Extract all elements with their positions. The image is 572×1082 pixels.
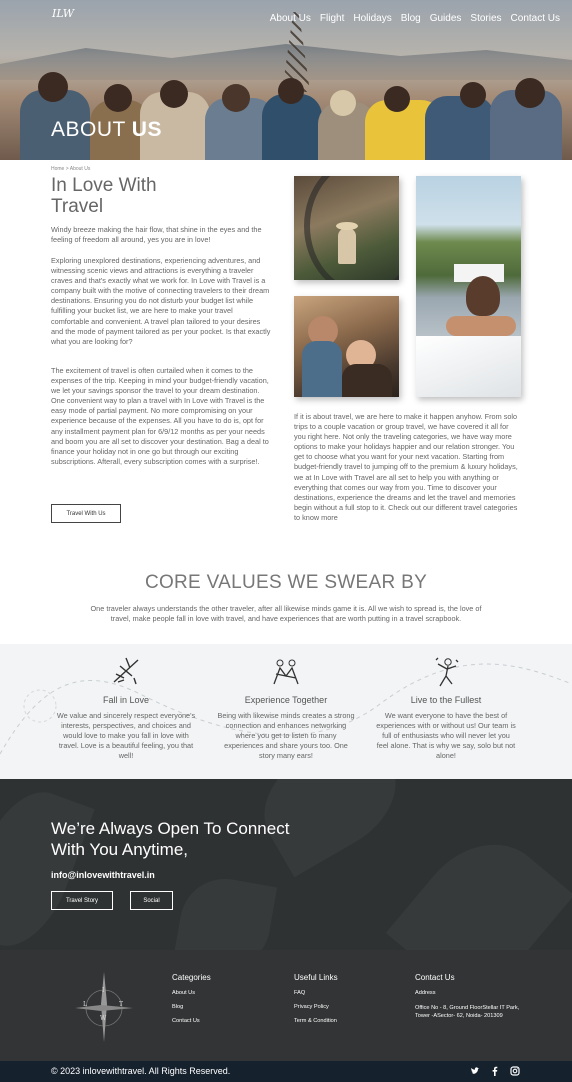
- compass-logo-icon: I L T W: [71, 968, 137, 1046]
- svg-text:L: L: [83, 1001, 87, 1008]
- value-card-fall-in-love: Fall in Love We value and sincerely resp…: [56, 654, 196, 761]
- core-values-section: Fall in Love We value and sincerely resp…: [0, 644, 572, 779]
- value-title: Experience Together: [244, 695, 328, 705]
- site-logo[interactable]: ILW: [50, 8, 76, 34]
- value-card-experience-together: Experience Together Being with likewise …: [216, 654, 356, 761]
- social-icons: [470, 1066, 520, 1079]
- footer-address: Office No - 8, Ground FloorStellar IT Pa…: [415, 1005, 520, 1019]
- footer-link-blog[interactable]: Blog: [172, 1004, 211, 1010]
- value-title: Fall in Love: [102, 695, 150, 705]
- footer-address-label: Address: [415, 990, 436, 996]
- value-text: We want everyone to have the best of exp…: [376, 711, 516, 761]
- value-card-live-to-the-fullest: Live to the Fullest We want everyone to …: [376, 654, 516, 761]
- airplane-icon: [106, 654, 146, 690]
- dancing-person-icon: [426, 654, 466, 690]
- nav-about-us[interactable]: About Us: [270, 13, 311, 24]
- breadcrumb[interactable]: Home > About Us: [51, 166, 90, 172]
- nav-holidays[interactable]: Holidays: [353, 13, 391, 24]
- footer-link-privacy-policy[interactable]: Privacy Policy: [294, 1004, 338, 1010]
- contact-band-heading: We’re Always Open To Connect With You An…: [51, 819, 290, 859]
- photo-couple: [294, 296, 399, 397]
- footer-link-terms[interactable]: Term & Condition: [294, 1018, 338, 1024]
- hero-banner: ILW About Us Flight Holidays Blog Guides…: [0, 0, 572, 160]
- core-values-heading: CORE VALUES WE SWEAR BY: [144, 572, 428, 593]
- footer-useful-title: Useful Links: [294, 973, 338, 982]
- footer-categories: Categories About Us Blog Contact Us: [172, 973, 211, 1032]
- twitter-icon[interactable]: [470, 1066, 480, 1079]
- nav-flight[interactable]: Flight: [320, 13, 344, 24]
- value-title: Live to the Fullest: [410, 695, 482, 705]
- hero-group-photo: [0, 70, 572, 160]
- social-button[interactable]: Social: [130, 891, 173, 910]
- svg-text:W: W: [100, 1015, 107, 1022]
- footer-categories-title: Categories: [172, 973, 211, 982]
- copyright-text: © 2023 inlovewithtravel. All Rights Rese…: [51, 1066, 231, 1076]
- travel-story-button[interactable]: Travel Story: [51, 891, 113, 910]
- footer-contact-title: Contact Us: [415, 973, 455, 982]
- about-heading: In Love With Travel: [51, 175, 157, 217]
- nav-blog[interactable]: Blog: [401, 13, 421, 24]
- contact-email-link[interactable]: info@inlovewithtravel.in: [51, 870, 155, 880]
- nav-guides[interactable]: Guides: [430, 13, 462, 24]
- footer-link-about-us[interactable]: About Us: [172, 990, 211, 996]
- value-text: We value and sincerely respect everyone'…: [56, 711, 196, 761]
- svg-text:T: T: [119, 1001, 123, 1008]
- people-together-icon: [266, 654, 306, 690]
- nav-contact-us[interactable]: Contact Us: [511, 13, 560, 24]
- contact-band: We’re Always Open To Connect With You An…: [0, 779, 572, 950]
- nav-stories[interactable]: Stories: [470, 13, 501, 24]
- about-right-text: If it is about travel, we are here to ma…: [294, 412, 518, 522]
- photo-road-traveler: [294, 176, 399, 280]
- page-title: ABOUT US: [51, 118, 162, 141]
- about-intro-text: Windy breeze making the hair flow, that …: [51, 225, 262, 245]
- facebook-icon[interactable]: [490, 1066, 500, 1079]
- instagram-icon[interactable]: [510, 1066, 520, 1079]
- footer-link-faq[interactable]: FAQ: [294, 990, 338, 996]
- copyright-bar: © 2023 inlovewithtravel. All Rights Rese…: [0, 1061, 572, 1082]
- footer-contact: Contact Us Address Office No - 8, Ground…: [415, 973, 523, 1020]
- value-text: Being with likewise minds creates a stro…: [217, 711, 355, 761]
- site-footer: I L T W Categories About Us Blog Contact…: [0, 950, 572, 1061]
- footer-useful-links: Useful Links FAQ Privacy Policy Term & C…: [294, 973, 338, 1032]
- core-values-text: One traveler always understands the othe…: [90, 604, 482, 624]
- main-nav: About Us Flight Holidays Blog Guides Sto…: [270, 13, 560, 24]
- about-body-text-2: The excitement of travel is often curtai…: [51, 366, 269, 466]
- footer-link-contact-us[interactable]: Contact Us: [172, 1018, 211, 1024]
- about-body-text-1: Exploring unexplored destinations, exper…: [51, 256, 271, 346]
- photo-pool-woman: [416, 176, 521, 397]
- travel-with-us-button[interactable]: Travel With Us: [51, 504, 121, 523]
